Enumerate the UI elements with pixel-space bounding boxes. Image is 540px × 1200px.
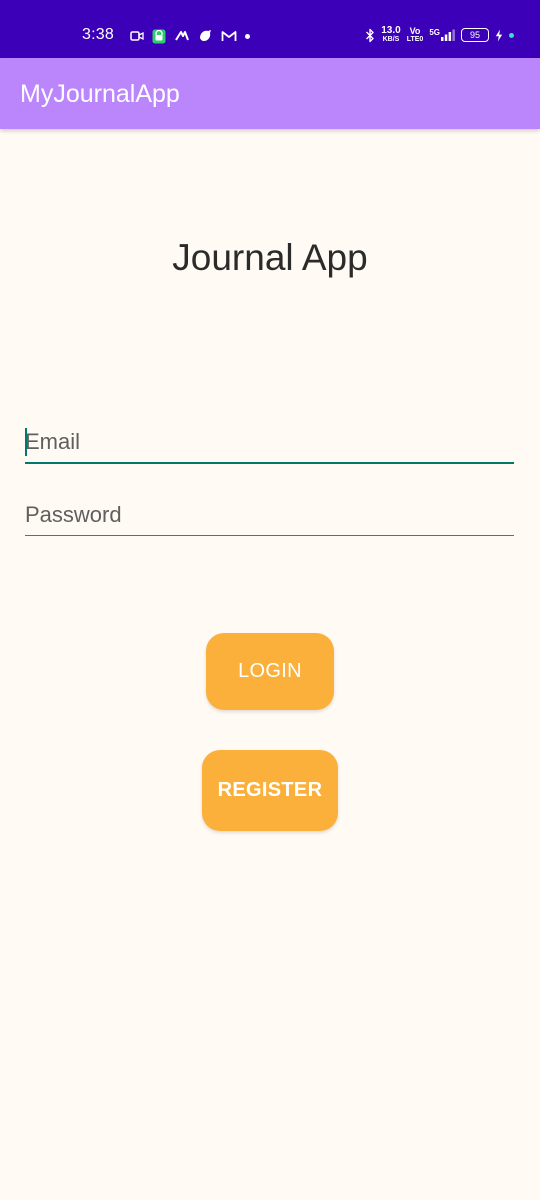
network-type: 5G	[429, 28, 440, 37]
email-field[interactable]	[25, 422, 514, 464]
signal-strength-icon	[441, 29, 455, 41]
charging-icon	[495, 29, 503, 41]
register-button[interactable]: REGISTER	[202, 750, 338, 831]
system-icons: 13.0 KB/S Vo LTE0 5G 95	[365, 24, 514, 46]
status-dot	[509, 32, 514, 38]
bluetooth-icon	[366, 28, 374, 42]
notification-icons	[130, 26, 250, 46]
login-button[interactable]: LOGIN	[206, 633, 334, 710]
video-call-icon	[130, 31, 144, 41]
status-bar: 3:38 13.0 KB/S Vo LTE0 5G 95	[0, 0, 540, 58]
page-title: Journal App	[172, 237, 368, 278]
app-bar: MyJournalApp	[0, 58, 540, 129]
password-field[interactable]	[25, 494, 514, 536]
text-cursor	[25, 428, 27, 456]
network-speed-unit: KB/S	[382, 36, 400, 43]
app-notification-icon	[175, 31, 189, 41]
more-notifications-dot	[245, 33, 250, 39]
volte-bottom: LTE0	[406, 36, 424, 43]
volte-indicator: Vo LTE0	[407, 26, 424, 44]
signal-5g: 5G	[429, 29, 455, 41]
status-time: 3:38	[82, 26, 114, 43]
network-speed: 13.0 KB/S	[381, 26, 400, 44]
network-speed-value: 13.0	[381, 25, 401, 36]
gmail-icon	[221, 31, 237, 41]
battery-icon: 95	[461, 28, 489, 42]
app-title: MyJournalApp	[20, 80, 180, 108]
shopping-bag-icon	[152, 29, 166, 43]
bird-icon	[200, 30, 211, 41]
volte-top: Vo	[409, 26, 421, 36]
